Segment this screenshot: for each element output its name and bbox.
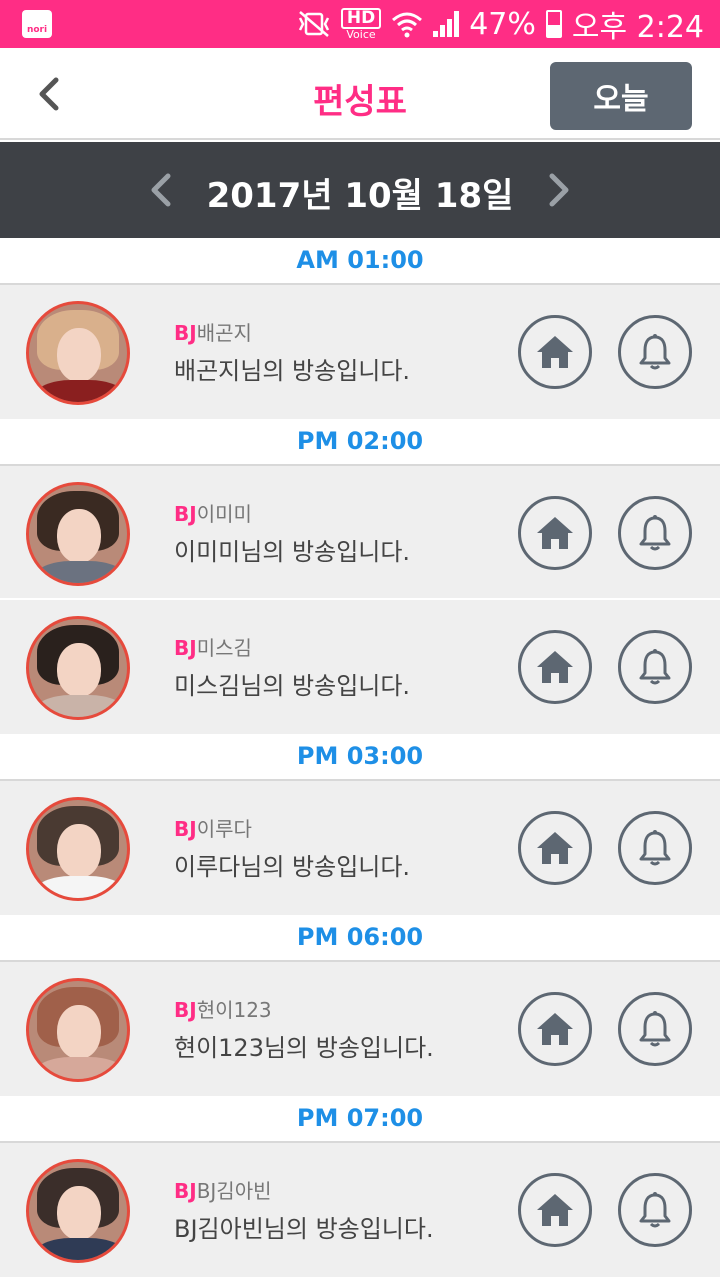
- time-slot-header: PM 06:00: [0, 915, 720, 962]
- alarm-button[interactable]: [618, 811, 692, 885]
- broadcast-entry[interactable]: BJ현이123 현이123님의 방송입니다.: [0, 962, 720, 1096]
- avatar[interactable]: [26, 1159, 130, 1263]
- broadcast-description: 미스김님의 방송입니다.: [174, 672, 411, 700]
- broadcast-description: BJ김아빈님의 방송입니다.: [174, 1215, 434, 1243]
- broadcast-entry[interactable]: BJ미스김 미스김님의 방송입니다.: [0, 600, 720, 734]
- bj-prefix: BJ: [174, 636, 197, 660]
- time-slot-header: PM 03:00: [0, 734, 720, 781]
- bj-prefix: BJ: [174, 321, 197, 345]
- home-button[interactable]: [518, 630, 592, 704]
- app-icon-label: nori: [26, 25, 48, 35]
- today-button[interactable]: 오늘: [550, 62, 692, 130]
- bell-icon: [639, 830, 671, 866]
- bj-name-text: BJ김아빈: [196, 1179, 272, 1203]
- bj-name-text: 이미미: [196, 502, 252, 526]
- bj-name-text: 이루다: [196, 817, 252, 841]
- bell-icon: [639, 1011, 671, 1047]
- alarm-button[interactable]: [618, 1173, 692, 1247]
- home-button[interactable]: [518, 992, 592, 1066]
- bj-name-text: 미스김: [196, 636, 252, 660]
- hd-label: HD: [340, 8, 382, 29]
- signal-icon: [433, 11, 460, 37]
- chevron-right-icon: [549, 173, 569, 207]
- bj-prefix: BJ: [174, 817, 197, 841]
- alarm-button[interactable]: [618, 315, 692, 389]
- bj-name: BJBJ김아빈: [174, 1175, 272, 1204]
- home-icon: [537, 1194, 573, 1226]
- bj-prefix: BJ: [174, 1179, 197, 1203]
- home-icon: [537, 1013, 573, 1045]
- schedule-list: AM 01:00 BJ배곤지 배곤지님의 방송입니다. PM 02:00 BJ이: [0, 238, 720, 1277]
- alarm-button[interactable]: [618, 992, 692, 1066]
- battery-percent: 47%: [469, 6, 536, 42]
- home-icon: [537, 832, 573, 864]
- bj-name: BJ현이123: [174, 994, 272, 1023]
- battery-icon: [545, 10, 562, 38]
- home-icon: [537, 517, 573, 549]
- broadcast-entry[interactable]: BJBJ김아빈 BJ김아빈님의 방송입니다.: [0, 1143, 720, 1277]
- alarm-button[interactable]: [618, 496, 692, 570]
- tv-app-icon: nori: [22, 10, 52, 38]
- broadcast-description: 배곤지님의 방송입니다.: [174, 357, 411, 385]
- bj-name: BJ이루다: [174, 813, 252, 842]
- bell-icon: [639, 1192, 671, 1228]
- bell-icon: [639, 649, 671, 685]
- broadcast-entry[interactable]: BJ배곤지 배곤지님의 방송입니다.: [0, 285, 720, 419]
- avatar[interactable]: [26, 797, 130, 901]
- home-button[interactable]: [518, 811, 592, 885]
- hd-voice-icon: HD Voice: [340, 8, 382, 41]
- avatar[interactable]: [26, 616, 130, 720]
- bj-name-text: 현이123: [196, 998, 272, 1022]
- home-icon: [537, 336, 573, 368]
- voice-label: Voice: [346, 28, 376, 41]
- time-slot-header: AM 01:00: [0, 238, 720, 285]
- bell-icon: [639, 334, 671, 370]
- alarm-button[interactable]: [618, 630, 692, 704]
- avatar[interactable]: [26, 482, 130, 586]
- status-bar: nori HD Voice 47% 오후 2:24: [0, 0, 720, 48]
- bj-name: BJ배곤지: [174, 317, 252, 346]
- bj-name-text: 배곤지: [196, 321, 252, 345]
- broadcast-description: 이루다님의 방송입니다.: [174, 853, 411, 881]
- app-header: 편성표 오늘: [0, 48, 720, 140]
- bj-name: BJ미스김: [174, 632, 252, 661]
- broadcast-description: 이미미님의 방송입니다.: [174, 538, 411, 566]
- home-button[interactable]: [518, 1173, 592, 1247]
- avatar[interactable]: [26, 301, 130, 405]
- clock: 오후 2:24: [571, 10, 704, 45]
- time-slot-header: PM 07:00: [0, 1096, 720, 1143]
- status-indicators: HD Voice 47% 오후 2:24: [297, 6, 704, 45]
- bj-prefix: BJ: [174, 998, 197, 1022]
- bj-prefix: BJ: [174, 502, 197, 526]
- bj-name: BJ이미미: [174, 498, 252, 527]
- broadcast-entry[interactable]: BJ이루다 이루다님의 방송입니다.: [0, 781, 720, 915]
- mute-vibrate-icon: [298, 11, 329, 37]
- broadcast-description: 현이123님의 방송입니다.: [174, 1034, 434, 1062]
- current-date: 2017년 10월 18일: [206, 176, 514, 216]
- next-date-button[interactable]: [538, 170, 578, 210]
- broadcast-entry[interactable]: BJ이미미 이미미님의 방송입니다.: [0, 466, 720, 600]
- home-icon: [537, 651, 573, 683]
- bell-icon: [639, 515, 671, 551]
- date-navigator: 2017년 10월 18일: [0, 142, 720, 238]
- home-button[interactable]: [518, 496, 592, 570]
- wifi-icon: [392, 12, 423, 38]
- avatar[interactable]: [26, 978, 130, 1082]
- home-button[interactable]: [518, 315, 592, 389]
- time-slot-header: PM 02:00: [0, 419, 720, 466]
